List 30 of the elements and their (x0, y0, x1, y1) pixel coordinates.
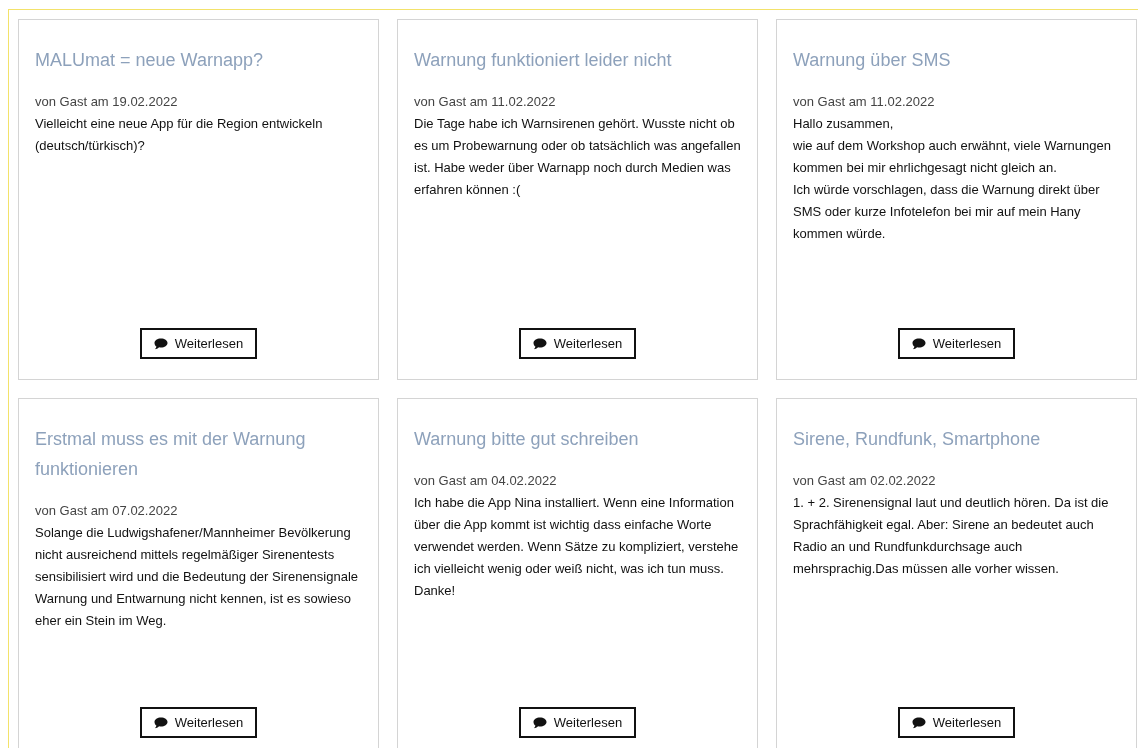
post-title: Warnung funktioniert leider nicht (414, 49, 673, 72)
read-more-button[interactable]: Weiterlesen (897, 328, 1016, 359)
post-title: Warnung bitte gut schreiben (414, 428, 640, 451)
post-meta: von Gast am 02.02.2022 (793, 472, 937, 490)
read-more-button[interactable]: Weiterlesen (518, 328, 637, 359)
post-body: Solange die Ludwigshafener/Mannheimer Bevölkerung nicht ausreichend mittels regelmäßiger Sirenentests sensibilisiert wird und die Bedeutung der Sirenensignale Warnung und Entwarnung nicht kennen, ist es sowieso eher ein Stein im Weg. (35, 524, 360, 630)
post-body: Vielleicht eine neue App für die Region entwickeln (deutsch/türkisch)? (35, 115, 324, 155)
post-title: MALUmat = neue Warnapp? (35, 49, 264, 72)
speech-bubble-icon (911, 337, 926, 350)
speech-bubble-icon (532, 716, 547, 729)
read-more-button[interactable]: Weiterlesen (139, 707, 258, 738)
read-more-button[interactable]: Weiterlesen (897, 707, 1016, 738)
read-more-button[interactable]: Weiterlesen (518, 707, 637, 738)
post-meta: von Gast am 11.02.2022 (793, 93, 936, 111)
post-title: Warnung über SMS (793, 49, 952, 72)
speech-bubble-icon (911, 716, 926, 729)
post-body: 1. + 2. Sirenensignal laut und deutlich hören. Da ist die Sprachfähigkeit egal. Aber: Sirene an bedeutet auch Radio an und Rundfunkdurchsage auch mehrsprachig.Das müssen alle vorher wissen. (793, 494, 1110, 578)
read-more-button[interactable]: Weiterlesen (139, 328, 258, 359)
post-body: Ich habe die App Nina installiert. Wenn eine Information über die App kommt ist wichtig dass einfache Worte verwendet werden. Wenn Sätze zu kompliziert, verstehe ich vielleicht wenig oder weiß nicht, was ich tun muss. Danke! (414, 494, 740, 600)
speech-bubble-icon (153, 716, 168, 729)
post-meta: von Gast am 19.02.2022 (35, 93, 179, 111)
post-title: Erstmal muss es mit der Warnung funktionieren (35, 428, 307, 481)
post-meta: von Gast am 11.02.2022 (414, 93, 557, 111)
speech-bubble-icon (532, 337, 547, 350)
post-title: Sirene, Rundfunk, Smartphone (793, 428, 1042, 451)
speech-bubble-icon (153, 337, 168, 350)
post-meta: von Gast am 07.02.2022 (35, 502, 179, 520)
post-body: Die Tage habe ich Warnsirenen gehört. Wusste nicht ob es um Probewarnung oder ob tatsächlich was angefallen ist. Habe weder über Warnapp noch durch Medien was erfahren können :( (414, 115, 742, 199)
post-body: Hallo zusammen, wie auf dem Workshop auch erwähnt, viele Warnungen kommen bei mir ehrlichgesagt nicht gleich an. Ich würde vorschlagen, dass die Warnung direkt über SMS oder kurze Infotelefon bei mir auf mein Hany kommen würde. (793, 115, 1112, 243)
post-meta: von Gast am 04.02.2022 (414, 472, 558, 490)
